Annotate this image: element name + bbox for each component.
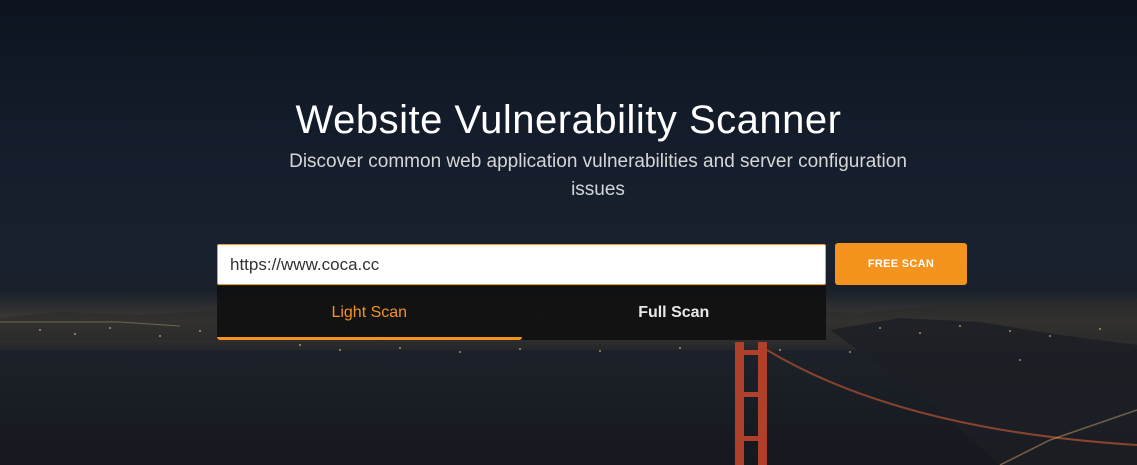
free-scan-button[interactable]: FREE SCAN xyxy=(835,243,967,285)
scan-type-tabs: Light Scan Full Scan xyxy=(217,286,826,340)
hero-content: Website Vulnerability Scanner Discover c… xyxy=(0,0,1137,465)
tab-full-scan[interactable]: Full Scan xyxy=(522,286,827,340)
tab-light-scan[interactable]: Light Scan xyxy=(217,286,522,340)
page-subtitle: Discover common web application vulnerab… xyxy=(289,151,907,200)
page-title: Website Vulnerability Scanner xyxy=(295,98,842,142)
url-input[interactable] xyxy=(217,244,826,285)
hero-section: Website Vulnerability Scanner Discover c… xyxy=(0,0,1137,465)
